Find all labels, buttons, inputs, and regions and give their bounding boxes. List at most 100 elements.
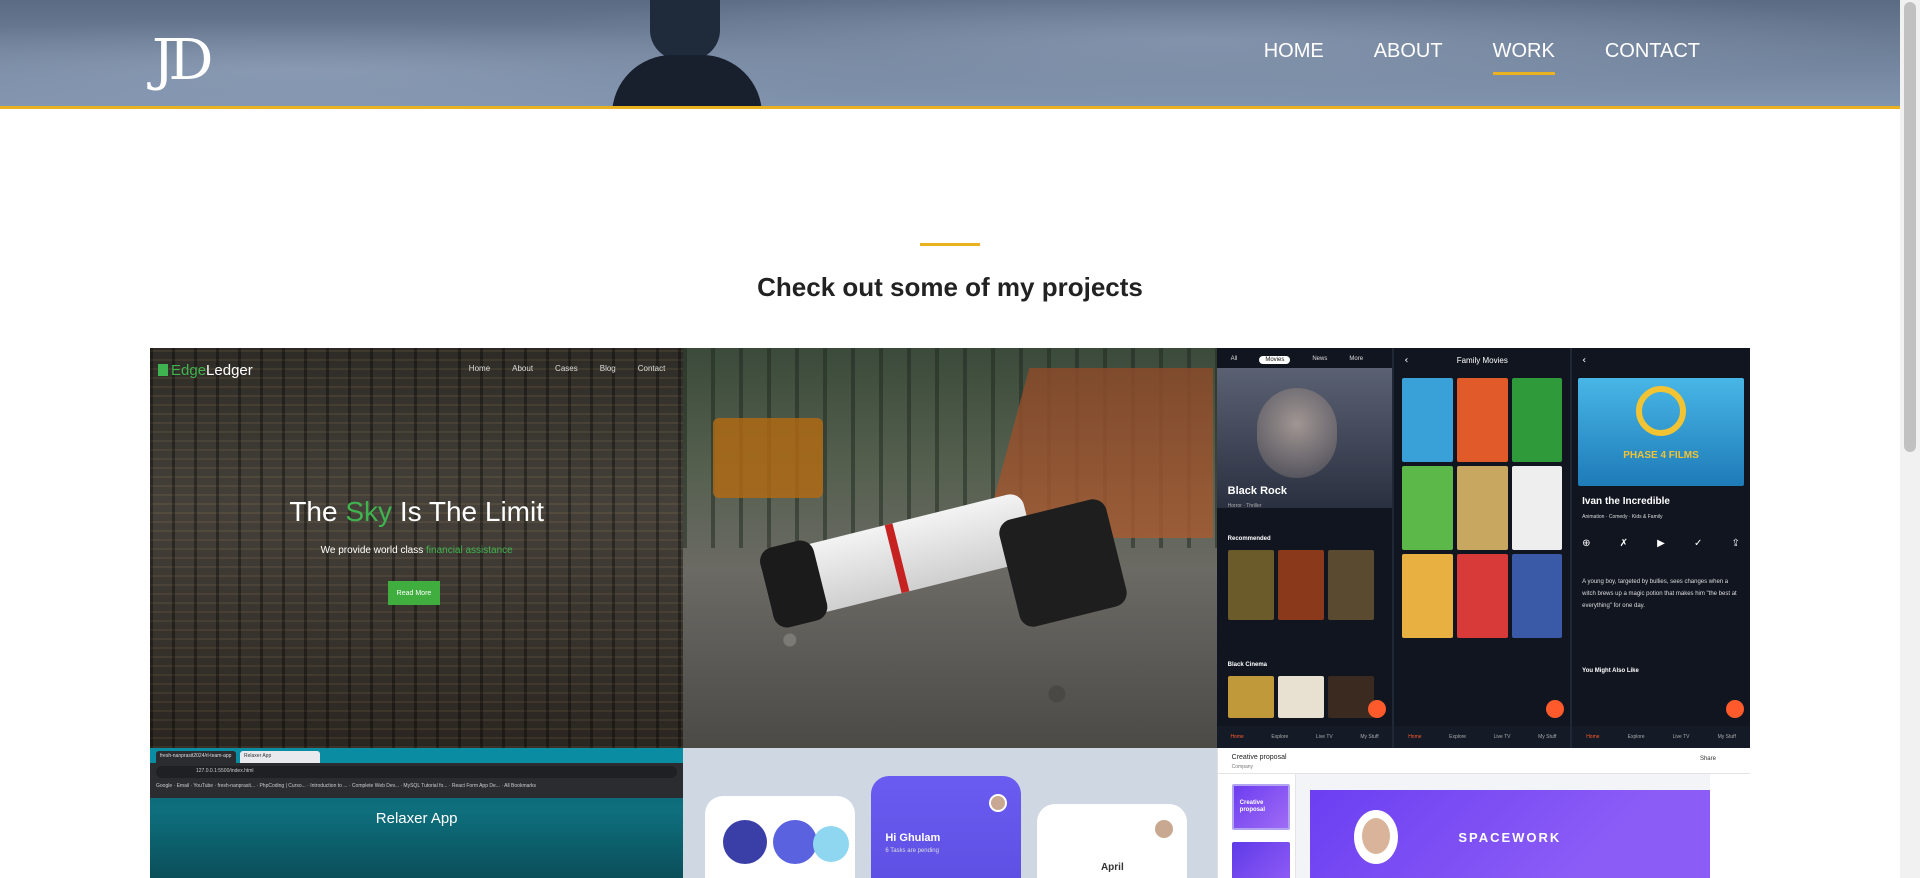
slide-thumbnail: Creative proposal [1231,784,1290,830]
slide-canvas: SPACEWORK [1309,790,1710,878]
sub-prefix: We provide world class [320,545,424,556]
tab-all: All [1230,356,1238,362]
relaxer-title: Relaxer App [375,810,458,827]
cinema-thumb [1327,676,1374,718]
nav-home[interactable]: HOME [1264,40,1324,71]
greeting-text: Hi Ghulam [885,832,941,844]
movie-poster [1456,466,1508,550]
detail-description: A young boy, targeted by bullies, sees c… [1582,579,1737,609]
bottom-nav-home: Home [1408,734,1422,740]
play-icon: ▶ [1657,538,1665,549]
recommended-thumb [1327,550,1374,620]
document-title: Creative proposal [1231,754,1287,761]
greeting-card: Hi Ghulam 6 Tasks are pending [871,776,1022,878]
address-bar: 127.0.0.1:5500/index.html [156,766,678,778]
nav-work[interactable]: WORK [1492,40,1556,75]
black-cinema-label: Black Cinema [1227,662,1268,668]
back-chevron-icon: ‹ [1582,355,1587,366]
scrollbar-thumb[interactable] [1904,2,1916,452]
share-icon: ⇪ [1731,538,1740,549]
slide-label: Creative proposal [1239,800,1265,813]
pattern-card [705,796,856,878]
project-task-app[interactable]: Hi Ghulam 6 Tasks are pending April [683,748,1217,878]
bottom-nav-mystuff: My Stuff [1538,734,1557,740]
movie-poster [1402,466,1453,550]
movie-poster [1456,378,1508,462]
bottom-nav-explore: Explore [1449,734,1467,740]
also-like-label: You Might Also Like [1582,668,1639,674]
brand-prefix: Edge [171,362,207,379]
header-silhouette-head [650,0,720,60]
feature-genres: Horror · Thriller [1227,503,1262,509]
bookmarks-bar: Google · Email · YouTube · fresh-nanpras… [156,783,537,789]
nav-about[interactable]: ABOUT [1374,40,1443,71]
pending-text: 6 Tasks are pending [885,848,939,854]
main-nav: HOME ABOUT WORK CONTACT [1214,40,1700,75]
bottom-nav-mystuff: My Stuff [1717,734,1736,740]
recommended-thumb [1227,550,1274,620]
detail-meta: Animation · Comedy · Kids & Family [1582,514,1663,520]
cast-button-icon [1725,700,1744,718]
brand-suffix: Ledger [206,362,253,379]
recommended-thumb [1277,550,1324,620]
avatar [1155,820,1174,838]
bottom-nav-mystuff: My Stuff [1360,734,1379,740]
edgeledger-menu-blog: Blog [599,364,616,373]
tab-more: More [1349,356,1364,362]
family-movies-grid [1402,378,1563,638]
calendar-card: April [1037,804,1188,878]
avatar [989,794,1008,812]
pattern-shape [723,820,768,864]
site-header: JD HOME ABOUT WORK CONTACT [0,0,1900,109]
edgeledger-subtitle: We provide world class financial assista… [150,545,683,556]
family-movies-title: Family Movies [1456,356,1508,365]
movies-tabs: All Movies News More [1231,356,1363,364]
nav-contact[interactable]: CONTACT [1605,40,1700,71]
recommended-label: Recommended [1227,536,1271,542]
project-relaxer-app[interactable]: fresh-nanprasit2024/rl-team-app Relaxer … [150,748,684,878]
edgeledger-logo-icon [158,364,168,376]
recommended-row [1227,550,1393,620]
edgeledger-read-more-button: Read More [388,581,440,605]
section-divider [920,243,980,246]
edgeledger-menu: Home About Cases Blog Contact [469,364,666,373]
editor-right-toolbar [1709,774,1750,878]
share-label: Share [1699,756,1716,762]
bottom-nav-explore: Explore [1627,734,1645,740]
movie-poster [1511,466,1563,550]
hero-rest: Is The Limit [399,496,545,527]
detail-actions: ⊕ ✗ ▶ ✓ ⇪ [1582,538,1740,549]
editor-topbar: Creative proposal Company Share [1217,748,1750,774]
pattern-shape [773,820,818,864]
movie-poster [1402,554,1453,638]
browser-tab: Relaxer App [240,751,320,763]
movies-bottom-nav: Home Explore Live TV My Stuff [1572,726,1750,748]
movie-poster [1511,378,1563,462]
bottom-nav-explore: Explore [1271,734,1289,740]
edgeledger-menu-cases: Cases [555,364,578,373]
movies-bottom-nav: Home Explore Live TV My Stuff [1216,726,1393,748]
pattern-shape [813,826,850,862]
detail-title: Ivan the Incredible [1582,496,1670,507]
page-scrollbar[interactable] [1900,0,1920,878]
project-edgeledger[interactable]: EdgeLedger Home About Cases Blog Contact… [150,348,684,748]
phase4-logo-icon [1636,386,1687,436]
bottom-nav-livetv: Live TV [1315,734,1333,740]
tab-news: News [1312,356,1328,362]
project-spacework[interactable]: Creative proposal Company Share Creative… [1216,748,1750,878]
cinema-thumb [1277,676,1324,718]
movies-screen-family: ‹ Family Movies Home Explore Live TV My … [1394,348,1573,748]
movies-bottom-nav: Home Explore Live TV My Stuff [1394,726,1571,748]
slide-thumbnail [1231,842,1290,878]
edgeledger-brand: EdgeLedger [158,362,253,379]
tab-movies: Movies [1259,356,1291,364]
project-movies-app[interactable]: All Movies News More Black Rock Horror ·… [1216,348,1750,748]
calendar-month: April [1100,862,1124,873]
slides-panel: Creative proposal [1217,774,1296,878]
site-logo[interactable]: JD [152,33,213,89]
sub-highlight: financial assistance [426,545,513,556]
cinema-thumb [1227,676,1274,718]
project-camera-photo[interactable] [683,348,1217,748]
edgeledger-menu-home: Home [468,364,491,373]
page: JD HOME ABOUT WORK CONTACT Check out som… [0,0,1920,878]
